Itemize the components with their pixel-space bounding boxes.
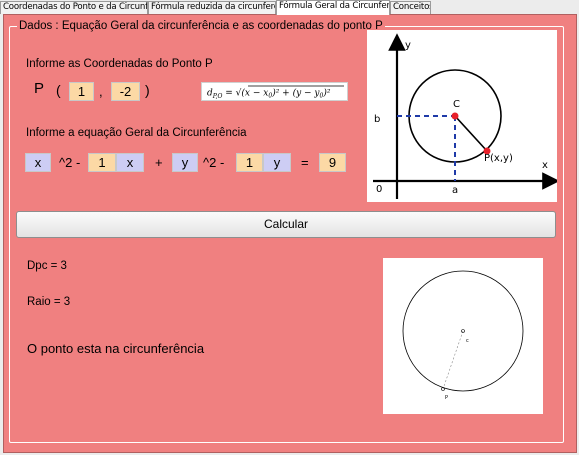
eq-pow1: ^2 -: [59, 155, 81, 170]
eq-pow2: ^2 -: [203, 155, 225, 170]
circle-diagram: y x 0 C P(x,y) b a: [367, 30, 560, 202]
point-y-input[interactable]: -2: [111, 82, 140, 101]
equation-section-label: Informe a equação Geral da Circunferênci…: [26, 127, 247, 139]
raio-result: Raio = 3: [27, 296, 71, 308]
comma: ,: [99, 84, 103, 99]
eq-rhs-input[interactable]: 9: [319, 153, 346, 172]
eq-coef-x-input[interactable]: 1: [88, 153, 116, 172]
circle-diagram-svg: y x 0 C P(x,y) b a: [373, 33, 560, 199]
origin-label: 0: [376, 184, 382, 195]
eq-x-term2[interactable]: x: [116, 153, 144, 172]
plot-point-label: P: [445, 395, 448, 401]
plot-radius-line: [442, 330, 464, 390]
eq-y-term[interactable]: y: [172, 153, 198, 172]
point-x-input[interactable]: 1: [69, 82, 94, 101]
formula-text: dP,O = √(x − x0)² + (y − y0)²: [207, 88, 331, 101]
open-paren: (: [56, 82, 61, 98]
dpc-result: Dpc = 3: [27, 260, 67, 272]
result-plot-svg: c P: [402, 270, 524, 401]
calculate-button[interactable]: Calcular: [16, 211, 556, 238]
p-letter: P: [34, 80, 45, 97]
distance-formula-graphic: dP,O = √(x − x0)² + (y − y0)²: [207, 85, 344, 101]
eq-coef-y-input[interactable]: 1: [236, 153, 263, 172]
result-message: O ponto esta na circunferência: [27, 341, 205, 356]
eq-equals: =: [301, 155, 309, 170]
a-label: a: [452, 185, 458, 196]
center-dot: [451, 112, 459, 120]
plot-center-label: c: [466, 338, 469, 344]
point-section-label: Informe as Coordenadas do Ponto P: [26, 58, 213, 70]
group-title: Dados : Equação Geral da circunferência …: [17, 20, 385, 32]
tab-formula-geral[interactable]: Fórmula Geral da Circunferência: [276, 0, 390, 15]
close-paren: ): [145, 82, 150, 98]
result-plot: c P: [383, 258, 543, 414]
eq-y-term2[interactable]: y: [263, 153, 291, 172]
center-label: C: [453, 99, 460, 110]
x-axis-label: x: [542, 160, 548, 171]
radius-line: [454, 115, 488, 152]
b-label: b: [374, 114, 380, 125]
tab-strip: Coordenadas do Ponto e da Circunferência…: [0, 0, 579, 15]
y-axis-label: y: [405, 40, 411, 51]
tab-formula-reduzida[interactable]: Fórmula reduzida da circunferência: [148, 1, 276, 14]
distance-formula: dP,O = √(x − x0)² + (y − y0)²: [201, 82, 348, 101]
point-label: P(x,y): [484, 153, 513, 164]
tab-coordenadas[interactable]: Coordenadas do Ponto e da Circunferência: [0, 1, 148, 14]
tab-conceitos[interactable]: Conceitos: [390, 1, 431, 14]
eq-x-term[interactable]: x: [25, 153, 51, 172]
eq-plus: +: [155, 155, 163, 170]
